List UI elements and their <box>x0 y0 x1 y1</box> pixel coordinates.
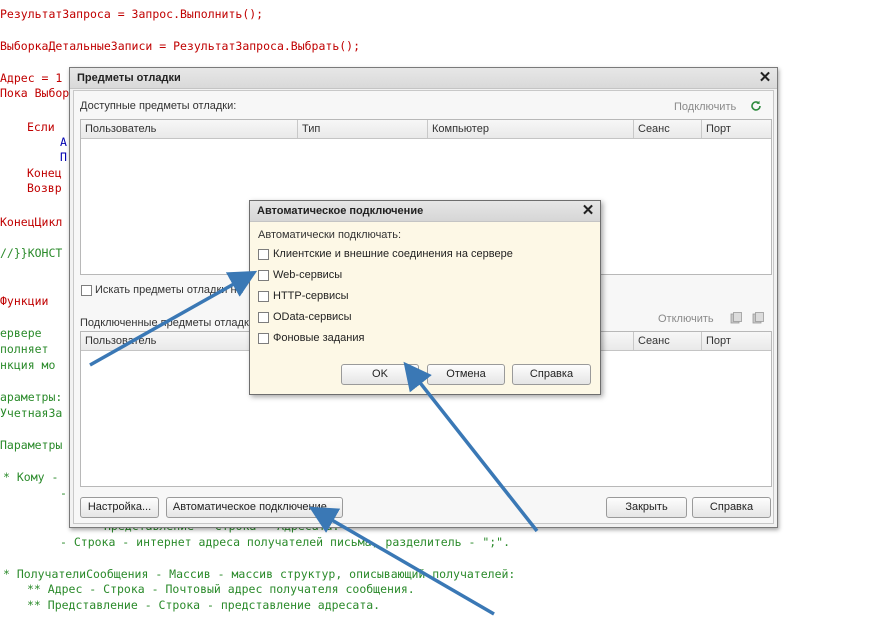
option-web-services[interactable]: Web-сервисы <box>258 269 458 283</box>
code-line: - Строка - интернет адреса получателей п… <box>60 535 511 549</box>
code-line: Функции <box>0 294 49 308</box>
code-line: полняет <box>0 342 49 356</box>
checkbox[interactable] <box>258 312 269 323</box>
window-titlebar[interactable]: Предметы отладки ✕ <box>70 68 777 89</box>
window-title: Предметы отладки <box>77 72 181 84</box>
option-http-services[interactable]: HTTP-сервисы <box>258 290 458 304</box>
option-label: Клиентские и внешние соединения на серве… <box>273 248 513 260</box>
refresh-icon[interactable] <box>750 100 762 112</box>
close-icon[interactable]: ✕ <box>580 203 596 219</box>
code-line: Конец <box>27 166 62 180</box>
code-line: ВыборкаДетальныеЗаписи = РезультатЗапрос… <box>0 39 361 53</box>
code-line: - <box>60 486 67 500</box>
checkbox[interactable] <box>258 291 269 302</box>
code-line: Пока Выбор <box>0 86 70 100</box>
pages-icon[interactable] <box>752 312 764 324</box>
option-label: OData-сервисы <box>273 311 352 323</box>
col-session[interactable]: Сеанс <box>634 332 702 350</box>
option-label: HTTP-сервисы <box>273 290 349 302</box>
code-line: УчетнаяЗа <box>0 406 63 420</box>
option-label: Web-сервисы <box>273 269 343 281</box>
code-line: араметры: <box>0 390 63 404</box>
option-label: Фоновые задания <box>273 332 365 344</box>
code-line: П <box>60 150 67 164</box>
code-line: РезультатЗапроса = Запрос.Выполнить(); <box>0 7 264 21</box>
col-type[interactable]: Тип <box>298 120 428 138</box>
col-session[interactable]: Сеанс <box>634 120 702 138</box>
col-port[interactable]: Порт <box>702 332 771 350</box>
connected-items-label: Подключенные предметы отладки <box>80 317 255 329</box>
code-line: ервере <box>0 326 42 340</box>
code-line: КонецЦикл <box>0 215 63 229</box>
close-button[interactable]: Закрыть <box>606 497 687 518</box>
col-computer[interactable]: Компьютер <box>428 120 634 138</box>
code-line: * ПолучателиСообщения - Массив - массив … <box>3 567 516 581</box>
code-line: нкция мо <box>0 358 56 372</box>
code-line: Возвр <box>27 181 62 195</box>
connect-link[interactable]: Подключить <box>674 101 736 113</box>
auto-connect-dialog: Автоматическое подключение ✕ Автоматичес… <box>249 200 601 395</box>
dialog-titlebar[interactable]: Автоматическое подключение ✕ <box>250 201 600 222</box>
auto-connect-button[interactable]: Автоматическое подключение... <box>166 497 343 518</box>
code-line: ** Адрес - Строка - Почтовый адрес получ… <box>27 582 415 596</box>
disconnect-link[interactable]: Отключить <box>658 313 714 325</box>
search-items-label: Искать предметы отладки на <box>95 284 243 296</box>
option-odata-services[interactable]: OData-сервисы <box>258 311 458 325</box>
col-user[interactable]: Пользователь <box>81 120 298 138</box>
code-line: Если <box>27 120 55 134</box>
cancel-button[interactable]: Отмена <box>427 364 505 385</box>
code-line: * Кому - <box>3 470 59 484</box>
checkbox[interactable] <box>258 333 269 344</box>
option-background-jobs[interactable]: Фоновые задания <box>258 332 458 346</box>
close-icon[interactable]: ✕ <box>757 70 773 86</box>
code-line: Адрес = 1 <box>0 71 63 85</box>
code-line: //}}КОНСТ <box>0 246 63 260</box>
col-port[interactable]: Порт <box>702 120 771 138</box>
ok-button[interactable]: OK <box>341 364 419 385</box>
dialog-title: Автоматическое подключение <box>257 205 424 217</box>
code-line: А <box>60 135 67 149</box>
page-icon[interactable] <box>730 312 742 324</box>
available-items-label: Доступные предметы отладки: <box>80 100 237 112</box>
dialog-help-button[interactable]: Справка <box>512 364 591 385</box>
code-line: Параметры <box>0 438 63 452</box>
table-header: Пользователь Тип Компьютер Сеанс Порт <box>81 120 771 139</box>
option-client-connections[interactable]: Клиентские и внешние соединения на серве… <box>258 248 588 262</box>
checkbox[interactable] <box>258 249 269 260</box>
search-items-checkbox[interactable] <box>81 285 92 296</box>
settings-button[interactable]: Настройка... <box>80 497 159 518</box>
code-line: ** Представление - Строка - представлени… <box>27 598 381 612</box>
auto-connect-subtitle: Автоматически подключать: <box>258 229 401 241</box>
help-button[interactable]: Справка <box>692 497 771 518</box>
checkbox[interactable] <box>258 270 269 281</box>
